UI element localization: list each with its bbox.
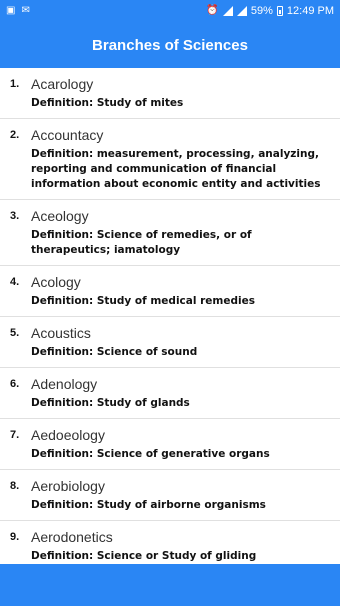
battery-percent: 59% xyxy=(250,5,273,17)
item-definition: Definition: Science of generative organs xyxy=(31,448,270,460)
message-icon: ✉ xyxy=(21,5,30,16)
item-definition: Definition: Science of sound xyxy=(31,346,198,358)
item-number: 9. xyxy=(10,531,20,543)
item-number: 1. xyxy=(10,78,20,90)
list-item[interactable]: 1. Acarology Definition: Study of mites xyxy=(0,68,340,119)
item-definition: Definition: Science of remedies, or of t… xyxy=(31,229,252,256)
list-item[interactable]: 2. Accountacy Definition: measurement, p… xyxy=(0,119,340,200)
item-term: Acarology xyxy=(31,76,94,92)
status-bar: ▣ ✉ ⏰ 59% 12:49 PM xyxy=(0,0,340,22)
alarm-icon: ⏰ xyxy=(206,5,219,16)
item-term: Acology xyxy=(31,274,81,290)
item-number: 6. xyxy=(10,378,20,390)
battery-icon xyxy=(276,6,283,16)
status-left: ▣ ✉ xyxy=(6,6,30,16)
item-term: Aceology xyxy=(31,208,89,224)
item-term: Aedoeology xyxy=(31,427,105,443)
app-bar: Branches of Sciences xyxy=(0,22,340,68)
item-term: Aerobiology xyxy=(31,478,105,494)
item-number: 5. xyxy=(10,327,20,339)
list-item[interactable]: 9. Aerodonetics Definition: Science or S… xyxy=(0,521,340,564)
item-definition: Definition: Study of glands xyxy=(31,397,190,409)
item-definition: Definition: Study of mites xyxy=(31,97,184,109)
list-item[interactable]: 3. Aceology Definition: Science of remed… xyxy=(0,200,340,266)
wifi-signal-icon xyxy=(222,6,233,16)
item-number: 4. xyxy=(10,276,20,288)
item-number: 7. xyxy=(10,429,20,441)
item-term: Aerodonetics xyxy=(31,529,113,545)
sciences-list[interactable]: 1. Acarology Definition: Study of mites … xyxy=(0,68,340,564)
item-term: Accountacy xyxy=(31,127,104,143)
notification-icon: ▣ xyxy=(6,5,16,16)
list-item[interactable]: 5. Acoustics Definition: Science of soun… xyxy=(0,317,340,368)
item-number: 2. xyxy=(10,129,20,141)
status-right: ⏰ 59% 12:49 PM xyxy=(206,5,334,17)
item-definition: Definition: Science or Study of gliding xyxy=(31,550,257,562)
list-item[interactable]: 7. Aedoeology Definition: Science of gen… xyxy=(0,419,340,470)
cell-signal-icon xyxy=(236,6,247,16)
item-definition: Definition: measurement, processing, ana… xyxy=(31,148,321,190)
list-item[interactable]: 4. Acology Definition: Study of medical … xyxy=(0,266,340,317)
item-number: 8. xyxy=(10,480,20,492)
list-item[interactable]: 8. Aerobiology Definition: Study of airb… xyxy=(0,470,340,521)
item-definition: Definition: Study of airborne organisms xyxy=(31,499,266,511)
item-definition: Definition: Study of medical remedies xyxy=(31,295,255,307)
bottom-bar xyxy=(0,564,340,606)
item-number: 3. xyxy=(10,210,20,222)
page-title: Branches of Sciences xyxy=(92,36,248,54)
clock: 12:49 PM xyxy=(286,5,334,17)
list-item[interactable]: 6. Adenology Definition: Study of glands xyxy=(0,368,340,419)
item-term: Acoustics xyxy=(31,325,91,341)
item-term: Adenology xyxy=(31,376,98,392)
